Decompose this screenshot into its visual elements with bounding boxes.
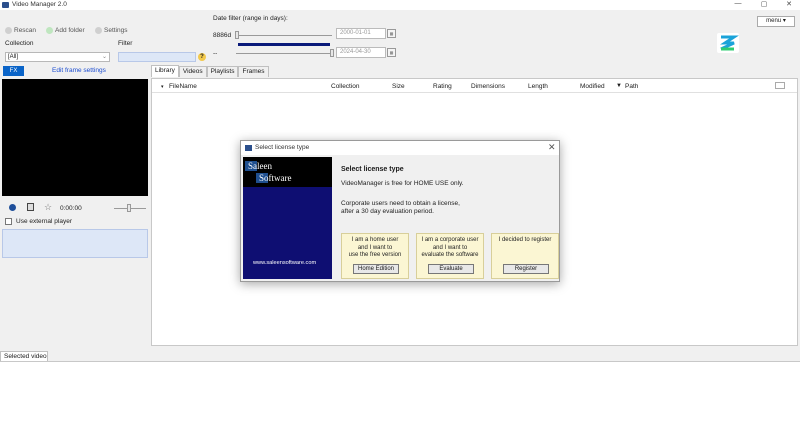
column-header: ▾ FileName Collection Size Rating Dimens… [152, 79, 797, 93]
range-days: 8886d [213, 32, 232, 39]
gear-icon [95, 26, 102, 34]
tab-library[interactable]: Library [151, 65, 179, 77]
fx-button[interactable]: FX [3, 66, 24, 76]
column-filename[interactable]: FileName [169, 83, 197, 90]
corporate-option-line-3: evaluate the software [421, 252, 479, 258]
rescan-label: Rescan [14, 26, 37, 34]
evaluate-button[interactable]: Evaluate [428, 264, 474, 274]
dialog-title-bar: Select license type ✕ [241, 141, 559, 155]
register-option-line-1: I decided to register [498, 237, 552, 243]
register-option-text: I decided to register [492, 237, 558, 245]
date-slider-track-1 [236, 35, 332, 36]
column-dimensions[interactable]: Dimensions [471, 83, 505, 90]
register-button[interactable]: Register [503, 264, 549, 274]
home-option: I am a home user and I want to use the f… [341, 233, 409, 279]
tab-bar: Library Videos Playlists Frames [151, 65, 269, 77]
external-player-label: Use external player [16, 218, 72, 225]
video-preview [2, 79, 148, 196]
register-option: I decided to register Register [491, 233, 559, 279]
external-player-option[interactable]: Use external player [5, 218, 72, 225]
app-icon [2, 2, 9, 8]
corporate-option: I am a corporate user and I want to eval… [416, 233, 484, 279]
collection-value: [All] [8, 54, 19, 60]
add-folder-label: Add folder [55, 26, 85, 34]
add-folder-button[interactable]: Add folder [46, 25, 85, 35]
tab-selected-video[interactable]: Selected video [0, 351, 48, 361]
tab-videos[interactable]: Videos [178, 66, 207, 77]
date-from-field[interactable]: 2000-01-01 [336, 28, 386, 39]
play-icon[interactable] [9, 204, 16, 211]
time-display: 0:00:00 [60, 205, 82, 212]
column-modified[interactable]: Modified [580, 83, 605, 90]
snapshot-icon[interactable] [27, 203, 34, 211]
column-chooser-icon[interactable] [775, 82, 785, 89]
column-path[interactable]: Path [625, 83, 638, 90]
help-icon[interactable]: ? [198, 53, 206, 61]
date-to-field[interactable]: 2024-04-30 [336, 47, 386, 58]
date-slider-thumb-2[interactable] [330, 49, 334, 57]
column-rating[interactable]: Rating [433, 83, 452, 90]
external-player-checkbox[interactable] [5, 218, 12, 225]
date-slider-track-2 [236, 53, 332, 54]
license-dialog: Select license type ✕ Saleen Software ww… [240, 140, 560, 282]
brand-top-text: Saleen [248, 161, 272, 171]
edit-frame-settings-link[interactable]: Edit frame settings [52, 67, 106, 74]
date-filter-label: Date filter (range in days): [213, 15, 288, 22]
title-bar: Video Manager 2.0 — ▢ ✕ [0, 0, 800, 10]
home-option-line-2: and I want to [357, 244, 393, 251]
chevron-down-icon: ⌄ [101, 54, 107, 60]
close-button[interactable]: ✕ [779, 0, 799, 8]
menu-button[interactable]: menu ▾ [757, 16, 795, 27]
corporate-option-text: I am a corporate user and I want to eval… [417, 237, 483, 260]
add-icon [46, 26, 53, 34]
home-option-text: I am a home user and I want to use the f… [342, 237, 408, 260]
dialog-close-icon[interactable]: ✕ [548, 142, 556, 153]
dialog-line-3: after a 30 day evaluation period. [341, 208, 434, 215]
tab-frames[interactable]: Frames [238, 66, 269, 77]
collection-label: Collection [5, 40, 34, 47]
settings-label: Settings [104, 26, 128, 34]
home-edition-button[interactable]: Home Edition [353, 264, 399, 274]
collection-select[interactable]: [All] ⌄ [5, 52, 110, 62]
dialog-line-2: Corporate users need to obtain a license… [341, 200, 460, 207]
column-collection[interactable]: Collection [331, 83, 360, 90]
volume-thumb[interactable] [127, 204, 131, 212]
sort-up-icon: ▾ [161, 84, 164, 90]
refresh-icon [5, 26, 12, 34]
settings-button[interactable]: Settings [95, 25, 128, 35]
dialog-line-1: VideoManager is free for HOME USE only. [341, 180, 464, 187]
brand-banner: Saleen Software www.saleensoftware.com [243, 157, 332, 279]
date-range-bar [238, 43, 330, 46]
dialog-title: Select license type [255, 144, 310, 151]
info-box [2, 229, 148, 258]
minimize-button[interactable]: — [728, 0, 748, 7]
column-length[interactable]: Length [528, 83, 548, 90]
home-option-line-3: use the free version [348, 252, 402, 258]
home-option-line-1: I am a home user [351, 237, 399, 243]
brand-bottom-text: Software [259, 173, 292, 183]
corporate-option-line-1: I am a corporate user [421, 237, 479, 243]
brand-banner-top: Saleen Software [243, 157, 332, 187]
filter-input[interactable] [118, 52, 196, 62]
window-title: Video Manager 2.0 [12, 1, 67, 8]
maximize-button[interactable]: ▢ [754, 0, 774, 8]
star-icon[interactable]: ☆ [44, 202, 52, 213]
calendar-icon-from[interactable]: ▦ [387, 29, 396, 38]
date-slider-thumb-1[interactable] [235, 31, 239, 39]
dialog-app-icon [245, 145, 252, 151]
filter-label: Filter [118, 40, 133, 47]
sort-down-icon: ▼ [616, 83, 622, 89]
calendar-icon-to[interactable]: ▦ [387, 48, 396, 57]
rescan-button[interactable]: Rescan [5, 25, 36, 35]
selected-video-pane [0, 361, 800, 423]
brand-url: www.saleensoftware.com [253, 260, 317, 266]
range-separator: -- [213, 50, 218, 57]
column-size[interactable]: Size [392, 83, 405, 90]
corporate-option-line-2: and I want to [432, 244, 468, 251]
app-logo-icon [717, 33, 739, 53]
dialog-heading: Select license type [341, 166, 404, 173]
tab-playlists[interactable]: Playlists [206, 66, 239, 77]
